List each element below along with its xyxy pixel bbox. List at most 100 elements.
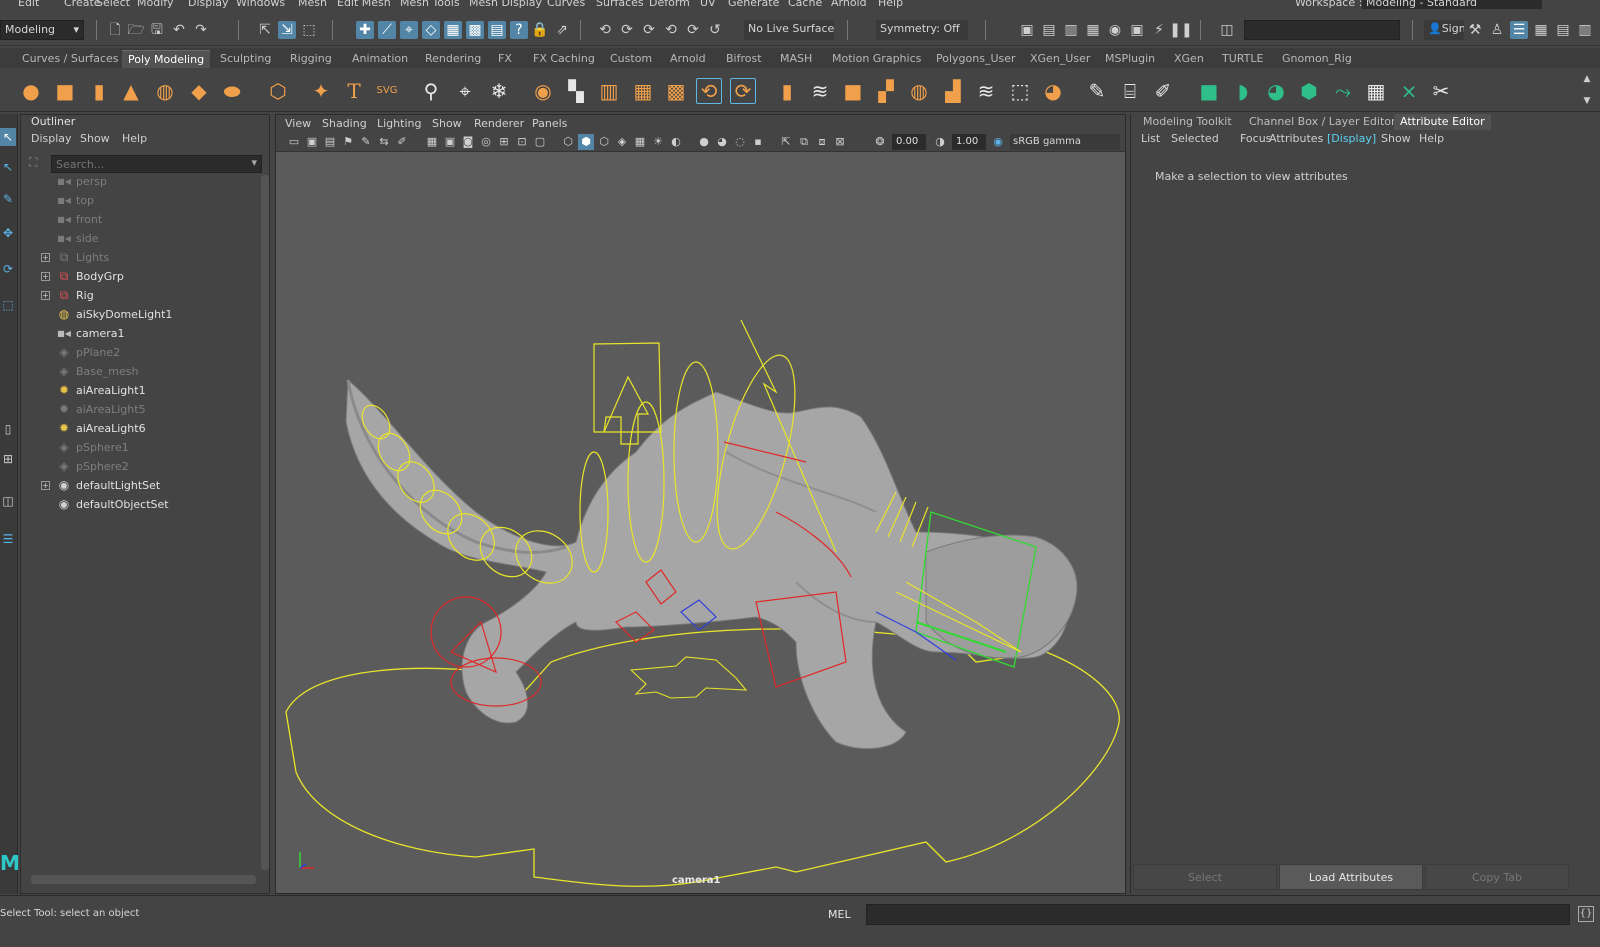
menu-display[interactable]: Display	[188, 0, 229, 9]
shelf-tab-motion-graphics[interactable]: Motion Graphics	[826, 50, 927, 68]
poke-icon[interactable]: ⬚	[1007, 78, 1033, 104]
quad-draw-icon[interactable]: ✐	[1150, 78, 1176, 104]
attr-menu-show[interactable]: Show	[1381, 132, 1411, 145]
svg-tool-icon[interactable]: SVG	[374, 78, 400, 104]
snap-point-icon[interactable]: ⌖	[400, 21, 418, 39]
uv-editor-icon[interactable]: ▦	[1363, 78, 1389, 104]
cut-uv-icon[interactable]: ⨯	[1396, 78, 1422, 104]
shelf-tab-rendering[interactable]: Rendering	[419, 50, 487, 68]
menu-generate[interactable]: Generate	[728, 0, 779, 9]
poly-torus-icon[interactable]: ◍	[152, 78, 178, 104]
poly-disc-icon[interactable]: ⬬	[219, 78, 245, 104]
resolution-gate-icon[interactable]: ◙	[460, 134, 476, 150]
history-output-icon[interactable]: ⟳	[618, 21, 636, 39]
super-shape-icon[interactable]: ✦	[308, 78, 334, 104]
attr-menu-attributes[interactable]: Attributes	[1269, 132, 1323, 145]
outliner-item-bodygrp[interactable]: + ⧉ BodyGrp	[41, 267, 261, 286]
scene-canvas[interactable]	[276, 152, 1125, 893]
load-attributes-button[interactable]: Load Attributes	[1279, 864, 1423, 890]
hypershade-icon[interactable]: ◉	[1106, 21, 1124, 39]
bridge-icon[interactable]: ≋	[807, 78, 833, 104]
reduce-icon[interactable]: ⟳	[730, 78, 756, 104]
quick-search-input[interactable]	[1244, 20, 1400, 40]
select-hierarchy-icon[interactable]: ⇱	[256, 21, 274, 39]
automatic-uv-icon[interactable]: ⬢	[1296, 78, 1322, 104]
menu-mesh[interactable]: Mesh	[298, 0, 327, 9]
menu-help[interactable]: Help	[878, 0, 903, 9]
shelf-tab-xgen[interactable]: XGen	[1168, 50, 1210, 68]
outliner-item-side[interactable]: ■◀ side	[41, 229, 261, 248]
depth-of-field-icon[interactable]: ▪	[750, 134, 766, 150]
poly-cone-icon[interactable]: ▲	[118, 78, 144, 104]
shelf-tab-poly-modeling[interactable]: Poly Modeling	[122, 50, 211, 68]
sign-in-button[interactable]: 👤Sign	[1424, 20, 1464, 40]
poly-cube-icon[interactable]: ■	[52, 78, 78, 104]
snap-curve-icon[interactable]: ⟋	[378, 21, 396, 39]
bookmark-icon[interactable]: ▤	[322, 134, 338, 150]
attr-menu-list[interactable]: List	[1141, 132, 1160, 145]
viewport-menu-shading[interactable]: Shading	[322, 117, 367, 130]
pause-icon[interactable]: ❚❚	[1169, 21, 1192, 39]
shelf-tab-fx-caching[interactable]: FX Caching	[527, 50, 601, 68]
shelf-tab-custom[interactable]: Custom	[604, 50, 658, 68]
shelf-tab-curves-surfaces[interactable]: Curves / Surfaces	[16, 50, 125, 68]
menu-edit[interactable]: Edit	[18, 0, 39, 9]
shelf-tab-xgen-user[interactable]: XGen_User	[1024, 50, 1096, 68]
outliner-item-aiskydomelight1[interactable]: ◍ aiSkyDomeLight1	[41, 305, 261, 324]
expand-icon[interactable]: +	[41, 481, 50, 490]
outliner-item-aiarealight5[interactable]: ✹ aiAreaLight5	[41, 400, 261, 419]
attr-menu-selected[interactable]: Selected	[1171, 132, 1219, 145]
film-gate-icon[interactable]: ▣	[442, 134, 458, 150]
smooth-icon[interactable]: ▦	[630, 78, 656, 104]
rotate-tool-icon[interactable]: ⟳	[0, 260, 16, 278]
attr-menu-help[interactable]: Help	[1419, 132, 1444, 145]
tab-attribute-editor[interactable]: Attribute Editor	[1394, 114, 1491, 130]
live-surface-field[interactable]: No Live Surface	[744, 20, 834, 40]
snap-view-plane-icon[interactable]: ◇	[422, 21, 440, 39]
insert-edge-loop-icon[interactable]: ⌸	[1117, 78, 1143, 104]
lock-icon[interactable]: 🔒	[531, 21, 549, 39]
select-object-icon[interactable]: ⇲	[278, 21, 296, 39]
render-setup-icon[interactable]: ▣	[1128, 21, 1146, 39]
gamma-icon[interactable]: ◑	[932, 134, 948, 150]
tab-channel-box[interactable]: Channel Box / Layer Editor	[1243, 114, 1402, 130]
screen-space-ao-icon[interactable]: ●	[696, 134, 712, 150]
exposure-icon[interactable]: ❂	[872, 134, 888, 150]
tab-modeling-toolkit[interactable]: Modeling Toolkit	[1137, 114, 1238, 130]
poly-plane-icon[interactable]: ◆	[186, 78, 212, 104]
safe-action-icon[interactable]: ⊡	[514, 134, 530, 150]
xray-active-icon[interactable]: ⧈	[814, 134, 830, 150]
open-scene-icon[interactable]: 🗁	[127, 21, 145, 39]
search-input[interactable]	[52, 156, 242, 172]
snap-vertex-icon[interactable]: ▩	[466, 21, 484, 39]
four-pane-layout-icon[interactable]: ⊞	[0, 450, 16, 468]
redo-icon[interactable]: ↷	[192, 21, 210, 39]
outliner-layout-icon[interactable]: ☰	[0, 530, 16, 548]
outliner-item-defaultobjectset[interactable]: ◉ defaultObjectSet	[41, 495, 261, 514]
viewport-menu-view[interactable]: View	[285, 117, 311, 130]
symmetry-dropdown[interactable]: Symmetry: Off	[876, 20, 968, 40]
copy-tab-button[interactable]: Copy Tab	[1425, 864, 1569, 890]
render-settings-icon[interactable]: ↺	[706, 21, 724, 39]
select-tool-icon[interactable]: ↖	[0, 128, 16, 146]
select-button[interactable]: Select	[1133, 864, 1277, 890]
menu-set-dropdown[interactable]: Modeling ▾	[0, 20, 84, 40]
undo-icon[interactable]: ↶	[170, 21, 188, 39]
attr-menu-display[interactable]: [Display]	[1327, 132, 1376, 145]
two-pane-layout-icon[interactable]: ◫	[0, 492, 16, 510]
grease-pencil-icon[interactable]: ✎	[358, 134, 374, 150]
platonic-solid-icon[interactable]: ⬡	[265, 78, 291, 104]
image-plane-icon[interactable]: ⚑	[340, 134, 356, 150]
outliner-item-psphere1[interactable]: ◈ pSphere1	[41, 438, 261, 457]
shelf-tab-turtle[interactable]: TURTLE	[1216, 50, 1269, 68]
shelf-tab-mash[interactable]: MASH	[774, 50, 818, 68]
render-current-icon[interactable]: ⟲	[662, 21, 680, 39]
outliner-item-base_mesh[interactable]: ◈ Base_mesh	[41, 362, 261, 381]
menu-uv[interactable]: UV	[700, 0, 716, 9]
wedge-icon[interactable]: ≋	[973, 78, 999, 104]
outliner-item-rig[interactable]: + ⧉ Rig	[41, 286, 261, 305]
outliner-item-top[interactable]: ■◀ top	[41, 191, 261, 210]
menu-windows[interactable]: Windows	[236, 0, 285, 9]
append-polygon-icon[interactable]: ▟	[940, 78, 966, 104]
workspace-dropdown[interactable]: Modeling - Standard	[1362, 0, 1542, 9]
